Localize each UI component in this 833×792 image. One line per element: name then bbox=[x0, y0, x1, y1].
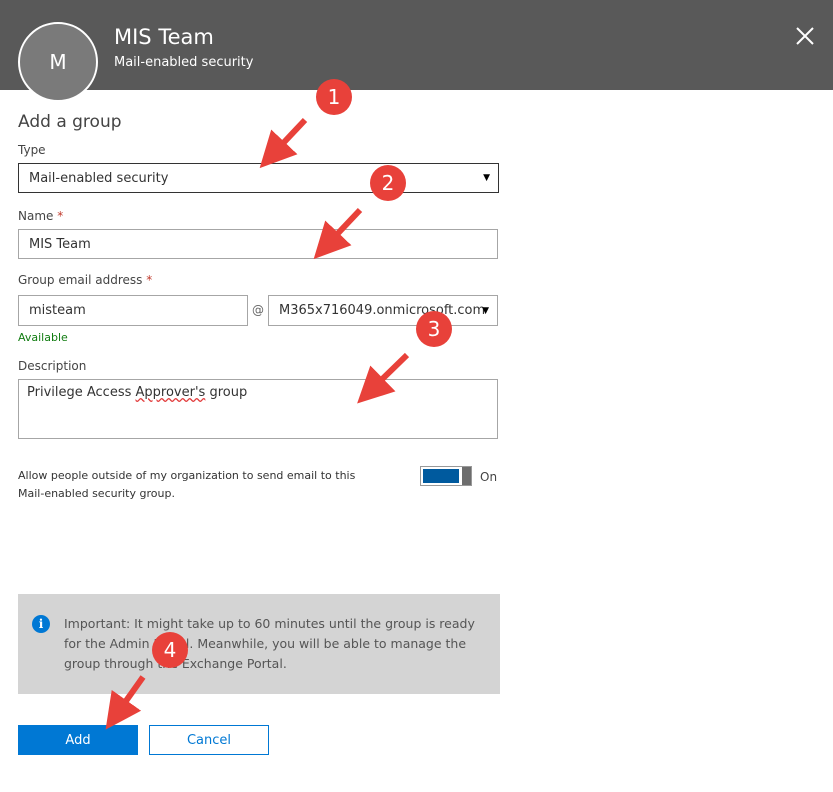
avatar-initial: M bbox=[49, 50, 67, 74]
info-message-text: Important: It might take up to 60 minute… bbox=[64, 616, 475, 671]
add-button[interactable]: Add bbox=[18, 725, 138, 755]
name-label-text: Name bbox=[18, 209, 54, 223]
email-label: Group email address * bbox=[18, 273, 152, 287]
avatar: M bbox=[18, 22, 98, 102]
name-input[interactable]: MIS Team bbox=[18, 229, 498, 259]
close-icon bbox=[796, 27, 814, 45]
name-input-value: MIS Team bbox=[29, 236, 91, 252]
info-message: i Important: It might take up to 60 minu… bbox=[18, 594, 500, 694]
name-label: Name * bbox=[18, 209, 63, 223]
chevron-down-icon: ▼ bbox=[482, 305, 489, 316]
close-button[interactable] bbox=[793, 24, 817, 48]
chevron-down-icon: ▼ bbox=[483, 173, 490, 183]
description-text-after: group bbox=[205, 385, 248, 400]
external-senders-label: Allow people outside of my organization … bbox=[18, 469, 356, 500]
cancel-button[interactable]: Cancel bbox=[149, 725, 269, 755]
email-alias-value: misteam bbox=[29, 303, 86, 318]
group-subtitle: Mail-enabled security bbox=[114, 55, 254, 70]
description-text-before: Privilege Access bbox=[27, 385, 136, 400]
annotation-arrow-1 bbox=[259, 117, 308, 169]
required-mark: * bbox=[57, 209, 64, 223]
toggle-knob bbox=[462, 467, 471, 485]
description-label: Description bbox=[18, 359, 87, 373]
at-sign: @ bbox=[252, 303, 264, 317]
email-availability-status: Available bbox=[18, 331, 68, 344]
toggle-track bbox=[423, 469, 459, 483]
email-domain-select[interactable]: M365x716049.onmicrosoft.com ▼ bbox=[268, 295, 498, 326]
email-label-text: Group email address bbox=[18, 273, 143, 287]
type-select[interactable]: Mail-enabled security ▼ bbox=[18, 163, 499, 193]
description-text-misspelled: Approver's bbox=[135, 385, 206, 400]
description-textarea[interactable]: Privilege Access Approver's group bbox=[18, 379, 498, 439]
info-icon: i bbox=[32, 615, 50, 633]
section-title: Add a group bbox=[18, 112, 122, 132]
external-senders-toggle[interactable] bbox=[420, 466, 472, 486]
panel-header: M MIS Team Mail-enabled security bbox=[0, 0, 833, 102]
type-select-value: Mail-enabled security bbox=[29, 170, 169, 186]
toggle-state-label: On bbox=[480, 470, 498, 484]
email-domain-value: M365x716049.onmicrosoft.com bbox=[279, 303, 486, 318]
required-mark: * bbox=[146, 273, 153, 287]
group-title: MIS Team bbox=[114, 25, 214, 49]
type-label: Type bbox=[18, 143, 46, 157]
email-alias-input[interactable]: misteam bbox=[18, 295, 248, 326]
